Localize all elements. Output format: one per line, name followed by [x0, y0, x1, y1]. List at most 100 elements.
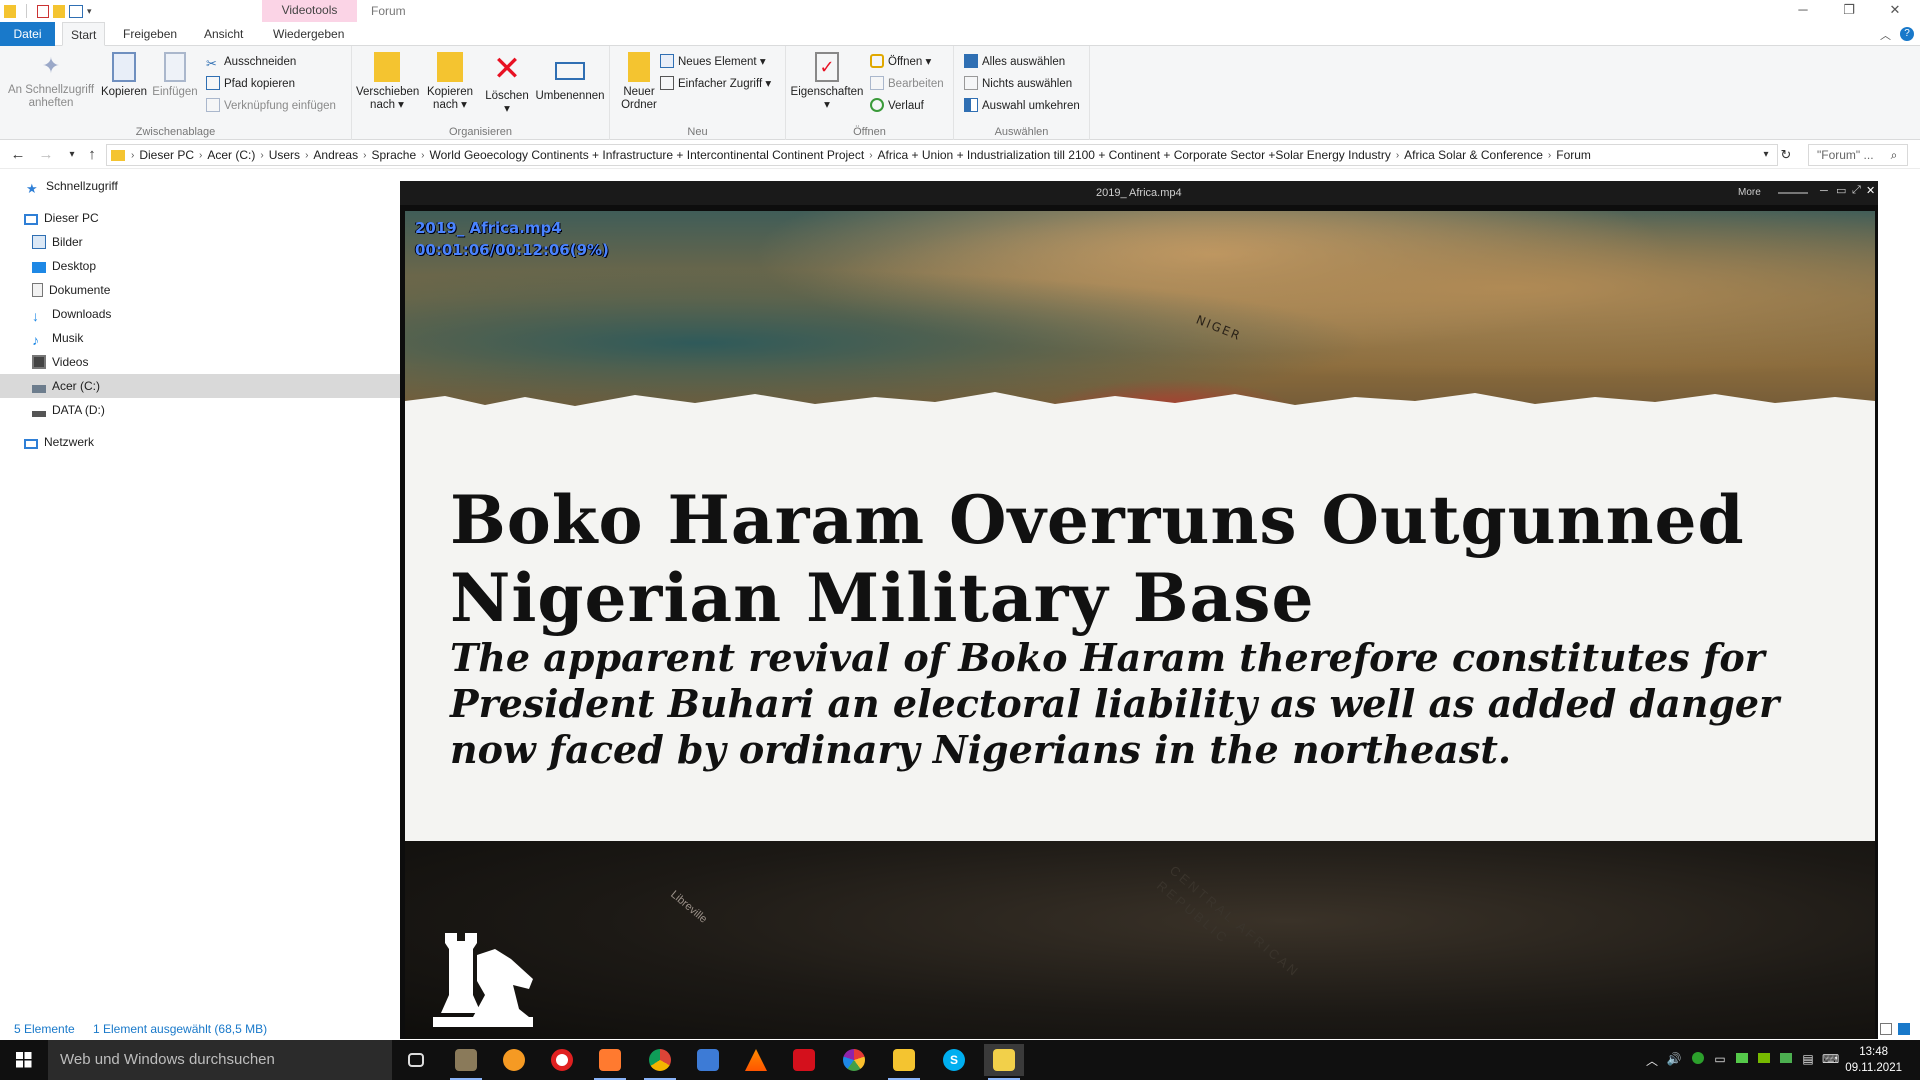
video-frame[interactable]: NIGER 2019_ Africa.mp4 00:01:06/00:12:06… [405, 211, 1875, 1039]
taskbar-app-photo-viewer[interactable] [446, 1044, 486, 1080]
maximize-icon[interactable]: ▭ [1836, 184, 1846, 197]
minimize-icon[interactable]: ─ [1820, 185, 1828, 197]
nav-drive-c[interactable]: Acer (C:) [0, 374, 400, 398]
start-button[interactable] [0, 1040, 48, 1080]
nav-downloads[interactable]: ↓ Downloads [0, 302, 400, 326]
nav-desktop[interactable]: Desktop [0, 254, 400, 278]
move-to-button[interactable]: Verschieben nach ▾ [356, 52, 419, 112]
select-none-button[interactable]: Nichts auswählen [964, 74, 1072, 94]
new-folder-button[interactable]: Neuer Ordner [614, 52, 664, 112]
copy-button[interactable]: Kopieren [100, 52, 148, 99]
nav-pictures[interactable]: Bilder [0, 230, 400, 254]
large-icons-view-icon[interactable] [1898, 1023, 1910, 1035]
keyboard-icon[interactable]: ⌨ [1822, 1052, 1839, 1068]
taskbar-search-input[interactable]: Web und Windows durchsuchen [48, 1040, 392, 1080]
up-arrow-icon[interactable]: ↑ [82, 145, 102, 165]
taskbar-app-file-explorer[interactable] [884, 1044, 924, 1080]
pin-quick-access-button[interactable]: ✦ An Schnellzugriff anheften [4, 52, 98, 110]
tab-start[interactable]: Start [62, 22, 106, 46]
nav-this-pc[interactable]: Dieser PC [0, 206, 400, 230]
volume-icon[interactable]: 🔊 [1666, 1052, 1682, 1068]
paste-button[interactable]: Einfügen [150, 52, 200, 99]
search-icon[interactable]: ⌕ [1884, 145, 1904, 165]
select-all-button[interactable]: Alles auswählen [964, 52, 1065, 72]
opacity-slider[interactable] [1778, 192, 1808, 194]
copy-to-button[interactable]: Kopieren nach ▾ [422, 52, 478, 112]
taskbar-app-chrome[interactable] [640, 1044, 680, 1080]
new-item-button[interactable]: Neues Element ▾ [660, 52, 766, 72]
nav-network[interactable]: Netzwerk [0, 430, 400, 454]
taskbar-app-opera[interactable] [542, 1044, 582, 1076]
nav-documents[interactable]: Dokumente [0, 278, 400, 302]
breadcrumb-item[interactable]: Forum [1556, 148, 1591, 162]
more-menu-button[interactable]: More [1738, 187, 1761, 198]
properties-button[interactable]: ✓ Eigenschaften ▾ [790, 52, 864, 112]
delete-button[interactable]: ✕ Löschen ▾ [482, 52, 532, 116]
nvidia-icon[interactable] [1756, 1052, 1772, 1068]
open-button[interactable]: Öffnen ▾ [870, 52, 931, 72]
cut-button[interactable]: ✂ Ausschneiden [206, 52, 296, 72]
breadcrumb-separator[interactable]: › [305, 150, 308, 161]
breadcrumb-separator[interactable]: › [421, 150, 424, 161]
paste-shortcut-button[interactable]: Verknüpfung einfügen [206, 96, 336, 116]
nav-quick-access[interactable]: ★ Schnellzugriff [0, 174, 400, 198]
taskbar-app-acrobat[interactable] [784, 1044, 824, 1076]
breadcrumb-separator[interactable]: › [1548, 150, 1551, 161]
taskbar-app-vlc[interactable] [736, 1044, 776, 1076]
close-button[interactable]: ✕ [1872, 0, 1918, 22]
network-icon[interactable]: ▭ [1712, 1052, 1728, 1068]
help-button[interactable]: ? [1900, 27, 1914, 41]
breadcrumb-item[interactable]: Users [269, 148, 300, 162]
restore-button[interactable]: ❐ [1826, 0, 1872, 22]
tray-app-icon[interactable] [1778, 1052, 1794, 1068]
breadcrumb-separator[interactable]: › [363, 150, 366, 161]
breadcrumb-item[interactable]: Dieser PC [139, 148, 194, 162]
address-bar[interactable]: › Dieser PC › Acer (C:) › Users › Andreas › … [106, 144, 1778, 166]
recent-locations-chevron-icon[interactable]: ▾ [62, 145, 82, 165]
breadcrumb-item[interactable]: Africa Solar & Conference [1404, 148, 1543, 162]
taskbar-app-skype[interactable]: S [934, 1044, 974, 1076]
properties-icon[interactable] [37, 4, 49, 18]
breadcrumb-item[interactable]: Acer (C:) [207, 148, 255, 162]
edit-button[interactable]: Bearbeiten [870, 74, 944, 94]
breadcrumb-item[interactable]: Andreas [313, 148, 358, 162]
breadcrumb-item[interactable]: Africa + Union + Industrialization till … [878, 148, 1391, 162]
taskbar-app-gallery[interactable] [688, 1044, 728, 1076]
security-shield-icon[interactable] [1690, 1052, 1706, 1068]
breadcrumb-separator[interactable]: › [869, 150, 872, 161]
breadcrumb-separator[interactable]: › [260, 150, 263, 161]
refresh-icon[interactable]: ↻ [1776, 145, 1796, 165]
fullscreen-icon[interactable]: ⤢ [1852, 184, 1861, 197]
tab-play[interactable]: Wiedergeben [265, 22, 352, 46]
tab-share[interactable]: Freigeben [115, 22, 185, 46]
show-hidden-icons-chevron-icon[interactable]: ︿ [1644, 1052, 1660, 1068]
breadcrumb-item[interactable]: World Geoecology Continents + Infrastruc… [430, 148, 865, 162]
minimize-button[interactable]: ─ [1780, 0, 1826, 22]
address-dropdown-chevron-icon[interactable]: ▾ [1756, 145, 1776, 165]
close-icon[interactable]: ✕ [1866, 184, 1875, 197]
invert-selection-button[interactable]: Auswahl umkehren [964, 96, 1080, 116]
collapse-ribbon-icon[interactable]: ︿ [1880, 27, 1891, 43]
tab-view[interactable]: Ansicht [196, 22, 251, 46]
breadcrumb-separator[interactable]: › [1396, 150, 1399, 161]
task-view-button[interactable] [396, 1044, 436, 1076]
player-title-bar[interactable]: 2019_ Africa.mp4 More ─ ▭ ⤢ ✕ [400, 181, 1878, 205]
breadcrumb-separator[interactable]: › [199, 150, 202, 161]
nav-music[interactable]: ♪ Musik [0, 326, 400, 350]
rename-button[interactable]: Umbenennen [532, 52, 608, 103]
nav-drive-d[interactable]: DATA (D:) [0, 398, 400, 422]
rename-icon[interactable] [69, 4, 83, 18]
taskbar-app-sublime[interactable] [590, 1044, 630, 1080]
new-folder-icon[interactable] [53, 4, 65, 18]
taskbar-app-video-player[interactable] [984, 1044, 1024, 1080]
taskbar-app-firefox[interactable] [494, 1044, 534, 1076]
power-icon[interactable] [1734, 1052, 1750, 1068]
clock[interactable]: 13:48 09.11.2021 [1845, 1044, 1902, 1076]
action-center-icon[interactable]: ▤ [1800, 1052, 1816, 1068]
nav-videos[interactable]: Videos [0, 350, 400, 374]
customize-qat-chevron-icon[interactable]: ▾ [87, 6, 92, 17]
taskbar-app-picasa[interactable] [834, 1044, 874, 1076]
back-arrow-icon[interactable]: ← [8, 145, 28, 165]
details-view-icon[interactable] [1880, 1023, 1892, 1035]
copy-path-button[interactable]: Pfad kopieren [206, 74, 295, 94]
